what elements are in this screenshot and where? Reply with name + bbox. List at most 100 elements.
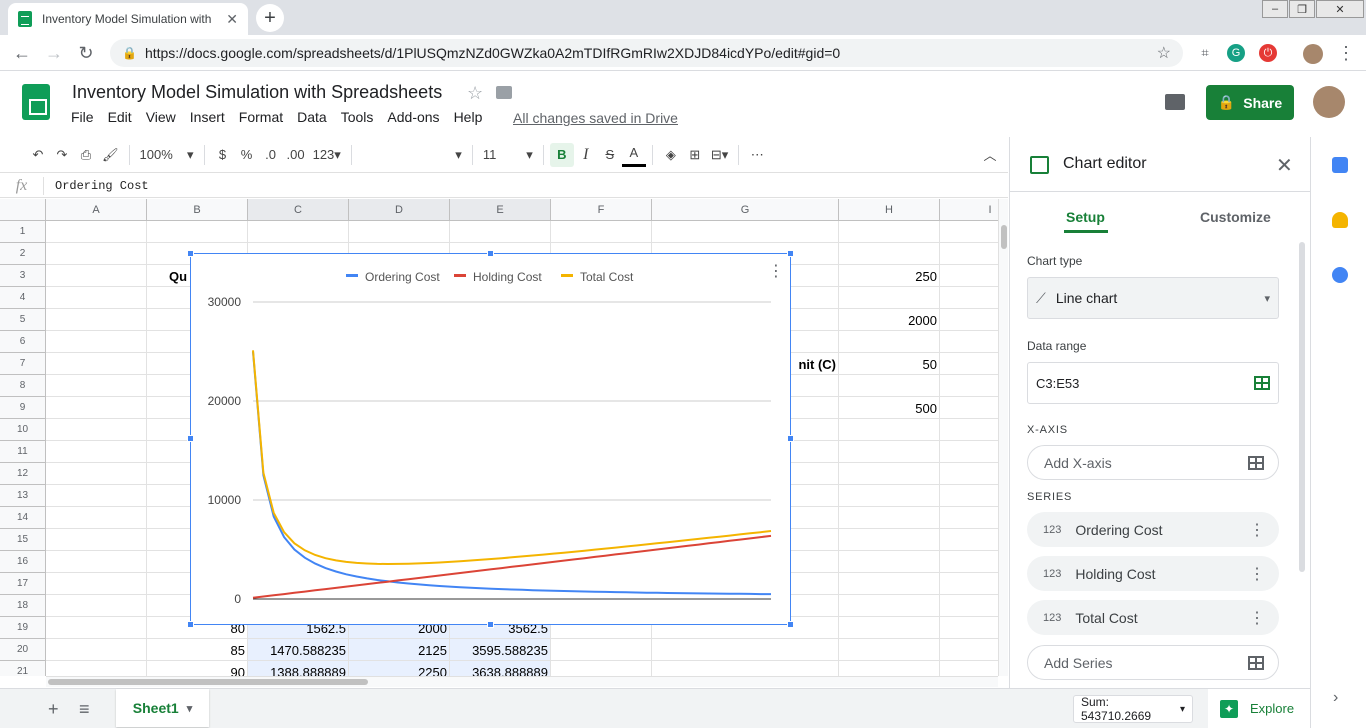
- series-item[interactable]: 123 Ordering Cost ⋮: [1027, 512, 1279, 547]
- cell-c21[interactable]: 1388.888889: [248, 661, 349, 676]
- zoom-select[interactable]: 100% ▾: [136, 143, 198, 167]
- add-sheet-icon[interactable]: +: [48, 699, 59, 720]
- cell-e20[interactable]: 3595.588235: [450, 639, 551, 661]
- row-header[interactable]: 15: [0, 529, 46, 551]
- column-header-e[interactable]: E: [450, 199, 551, 221]
- cell-b3[interactable]: Qu: [166, 265, 190, 287]
- paint-format-icon[interactable]: 🖌: [98, 143, 123, 167]
- profile-avatar[interactable]: [1303, 44, 1323, 64]
- borders-icon[interactable]: ⊞: [683, 143, 707, 167]
- cell-c20[interactable]: 1470.588235: [248, 639, 349, 661]
- chart-menu-icon[interactable]: ⋮: [768, 261, 784, 280]
- row-header[interactable]: 20: [0, 639, 46, 661]
- scrollbar-thumb[interactable]: [48, 679, 368, 685]
- decrease-decimal-button[interactable]: .0: [259, 143, 283, 167]
- maximize-button[interactable]: ❐: [1289, 0, 1315, 18]
- series-item[interactable]: 123 Holding Cost ⋮: [1027, 556, 1279, 591]
- series-item[interactable]: 123 Total Cost ⋮: [1027, 600, 1279, 635]
- cell-b21[interactable]: 90: [147, 661, 248, 677]
- number-format-select[interactable]: 123 ▾: [309, 143, 345, 167]
- folder-icon[interactable]: [496, 86, 512, 99]
- all-sheets-icon[interactable]: ≡: [79, 699, 90, 720]
- resize-handle[interactable]: [487, 621, 494, 628]
- resize-handle[interactable]: [787, 250, 794, 257]
- column-header-h[interactable]: H: [839, 199, 940, 221]
- row-header[interactable]: 7: [0, 353, 46, 375]
- browser-tab[interactable]: Inventory Model Simulation with ✕: [8, 3, 248, 35]
- select-range-icon[interactable]: [1248, 455, 1264, 470]
- cell-h3[interactable]: 250: [839, 265, 940, 287]
- sheets-logo-icon[interactable]: [22, 84, 50, 120]
- horizontal-scrollbar[interactable]: [46, 676, 998, 687]
- resize-handle[interactable]: [187, 250, 194, 257]
- row-header[interactable]: 12: [0, 463, 46, 485]
- resize-handle[interactable]: [787, 621, 794, 628]
- window-close-button[interactable]: ✕: [1316, 0, 1364, 18]
- percent-format-button[interactable]: %: [235, 143, 259, 167]
- cell-h7[interactable]: 50: [839, 353, 940, 375]
- crop-extension-icon[interactable]: ⌗: [1196, 44, 1214, 62]
- menu-file[interactable]: File: [64, 109, 101, 125]
- select-range-icon[interactable]: [1248, 655, 1264, 670]
- fill-color-icon[interactable]: ◈: [659, 143, 683, 167]
- increase-decimal-button[interactable]: .00: [283, 143, 309, 167]
- tab-setup[interactable]: Setup: [1066, 209, 1105, 225]
- cell-b20[interactable]: 85: [147, 639, 248, 661]
- row-header[interactable]: 21: [0, 661, 46, 676]
- column-header-g[interactable]: G: [652, 199, 839, 221]
- cell-d20[interactable]: 2125: [349, 639, 450, 661]
- italic-button[interactable]: I: [574, 143, 598, 167]
- cell-h5[interactable]: 2000: [839, 309, 940, 331]
- row-header[interactable]: 6: [0, 331, 46, 353]
- row-header[interactable]: 14: [0, 507, 46, 529]
- menu-view[interactable]: View: [139, 109, 183, 125]
- column-header-i[interactable]: I: [940, 199, 998, 221]
- bold-button[interactable]: B: [549, 142, 574, 167]
- strikethrough-button[interactable]: S: [598, 143, 622, 167]
- row-header[interactable]: 19: [0, 617, 46, 639]
- font-size-select[interactable]: 11 ▾: [479, 143, 537, 167]
- redo-icon[interactable]: ↷: [50, 143, 74, 167]
- column-header-d[interactable]: D: [349, 199, 450, 221]
- more-icon[interactable]: ⋯: [745, 143, 769, 167]
- menu-data[interactable]: Data: [290, 109, 334, 125]
- reload-icon[interactable]: ↻: [74, 41, 98, 65]
- save-status-link[interactable]: All changes saved in Drive: [513, 110, 678, 126]
- formula-input[interactable]: Ordering Cost: [44, 179, 149, 193]
- cell-e21[interactable]: 3638.888889: [450, 661, 551, 676]
- text-color-button[interactable]: A: [621, 143, 646, 167]
- row-header[interactable]: 4: [0, 287, 46, 309]
- vertical-scrollbar[interactable]: [998, 199, 1008, 676]
- editor-scrollbar[interactable]: [1299, 242, 1305, 572]
- menu-edit[interactable]: Edit: [101, 109, 139, 125]
- account-avatar[interactable]: [1313, 86, 1345, 118]
- row-header[interactable]: 2: [0, 243, 46, 265]
- print-icon[interactable]: ⎙: [74, 143, 98, 167]
- menu-help[interactable]: Help: [447, 109, 490, 125]
- chart-type-select[interactable]: ⟋ Line chart ▾: [1027, 277, 1279, 319]
- currency-format-button[interactable]: $: [211, 143, 235, 167]
- cell-d21[interactable]: 2250: [349, 661, 450, 676]
- column-header-f[interactable]: F: [551, 199, 652, 221]
- menu-insert[interactable]: Insert: [183, 109, 232, 125]
- close-icon[interactable]: ✕: [1276, 153, 1293, 178]
- tab-close-icon[interactable]: ✕: [226, 11, 238, 28]
- row-header[interactable]: 1: [0, 221, 46, 243]
- menu-addons[interactable]: Add-ons: [380, 109, 446, 125]
- collapse-chevron-icon[interactable]: ︿: [978, 143, 1002, 167]
- data-range-input[interactable]: C3:E53: [1027, 362, 1279, 404]
- resize-handle[interactable]: [787, 435, 794, 442]
- row-header[interactable]: 18: [0, 595, 46, 617]
- menu-format[interactable]: Format: [232, 109, 290, 125]
- column-header-a[interactable]: A: [46, 199, 147, 221]
- column-header-b[interactable]: B: [147, 199, 248, 221]
- url-omnibox[interactable]: 🔒 https://docs.google.com/spreadsheets/d…: [110, 39, 1183, 67]
- row-header[interactable]: 9: [0, 397, 46, 419]
- row-header[interactable]: 11: [0, 441, 46, 463]
- row-header[interactable]: 13: [0, 485, 46, 507]
- keep-icon[interactable]: [1332, 212, 1348, 228]
- tasks-icon[interactable]: [1332, 267, 1348, 283]
- resize-handle[interactable]: [187, 435, 194, 442]
- line-chart[interactable]: 0 10000 20000 30000 Ordering Cost Holding Cos…: [190, 253, 791, 625]
- more-vert-icon[interactable]: ⋮: [1249, 520, 1265, 540]
